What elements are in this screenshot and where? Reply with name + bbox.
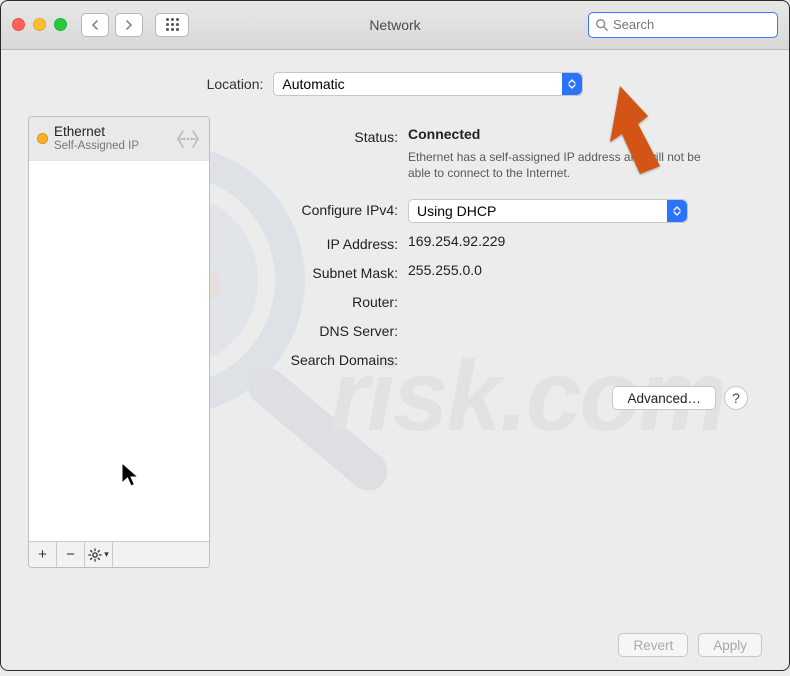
window-title: Network (369, 17, 420, 33)
chevron-right-icon (124, 20, 134, 30)
status-description: Ethernet has a self-assigned IP address … (408, 149, 718, 181)
services-sidebar: Ethernet Self-Assigned IP + − ▾ (28, 116, 210, 568)
zoom-button[interactable] (54, 18, 67, 31)
location-value: Automatic (282, 76, 344, 92)
mask-value: 255.255.0.0 (408, 262, 748, 278)
details-panel: Status: Connected Ethernet has a self-as… (228, 116, 762, 568)
sidebar-toolbar: + − ▾ (29, 541, 209, 567)
apply-button[interactable]: Apply (698, 633, 762, 657)
toolbar-spacer (113, 542, 209, 567)
chevron-left-icon (90, 20, 100, 30)
window-controls (12, 18, 67, 31)
search-input[interactable] (588, 12, 778, 38)
updown-icon (667, 200, 687, 222)
gear-icon (88, 548, 102, 562)
grid-icon (166, 18, 179, 31)
search-domains-label: Search Domains: (228, 349, 398, 368)
cursor-icon (119, 461, 143, 492)
mask-label: Subnet Mask: (228, 262, 398, 281)
ip-value: 169.254.92.229 (408, 233, 748, 249)
service-ethernet[interactable]: Ethernet Self-Assigned IP (29, 117, 209, 161)
chevron-down-icon: ▾ (104, 549, 109, 560)
status-value: Connected (408, 126, 748, 142)
revert-button[interactable]: Revert (618, 633, 688, 657)
location-label: Location: (207, 76, 264, 92)
service-actions-button[interactable]: ▾ (85, 542, 113, 567)
status-dot (37, 133, 48, 144)
footer-buttons: Revert Apply (618, 633, 762, 657)
service-name: Ethernet (54, 125, 169, 140)
service-status: Self-Assigned IP (54, 140, 169, 153)
configure-ipv4-select[interactable]: Using DHCP (408, 199, 688, 223)
show-all-button[interactable] (155, 13, 189, 37)
add-service-button[interactable]: + (29, 542, 57, 567)
search-icon (595, 18, 609, 32)
minimize-button[interactable] (33, 18, 46, 31)
close-button[interactable] (12, 18, 25, 31)
sidebar-empty (29, 161, 209, 541)
status-label: Status: (228, 126, 398, 145)
ip-label: IP Address: (228, 233, 398, 252)
configure-label: Configure IPv4: (228, 199, 398, 218)
updown-icon (562, 73, 582, 95)
back-button[interactable] (81, 13, 109, 37)
forward-button[interactable] (115, 13, 143, 37)
ethernet-icon (175, 127, 201, 151)
remove-service-button[interactable]: − (57, 542, 85, 567)
help-button[interactable]: ? (724, 386, 748, 410)
advanced-button[interactable]: Advanced… (612, 386, 716, 410)
location-select[interactable]: Automatic (273, 72, 583, 96)
dns-label: DNS Server: (228, 320, 398, 339)
configure-value: Using DHCP (417, 203, 496, 219)
titlebar: Network (0, 0, 790, 50)
router-label: Router: (228, 291, 398, 310)
